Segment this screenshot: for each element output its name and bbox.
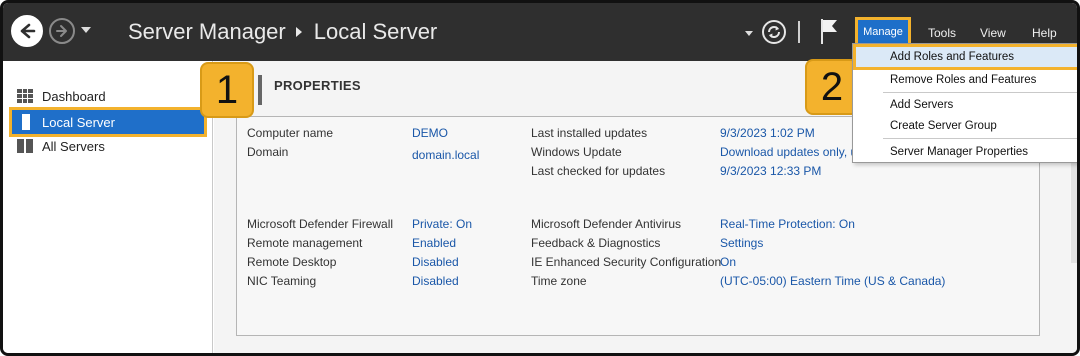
breadcrumb-root[interactable]: Server Manager (128, 19, 286, 45)
menu-item-create-server-group[interactable]: Create Server Group (853, 115, 1077, 137)
breadcrumb: Server Manager Local Server (128, 19, 437, 45)
properties-icon (258, 75, 262, 105)
property-label: IE Enhanced Security Configuration (531, 255, 722, 269)
breadcrumb-separator-icon (295, 27, 302, 37)
property-label: Microsoft Defender Firewall (247, 217, 394, 231)
toolbar-divider (798, 21, 800, 43)
menu-item-add-servers[interactable]: Add Servers (853, 94, 1077, 116)
property-value-feedback[interactable]: Settings (720, 236, 763, 250)
property-label: Windows Update (531, 145, 622, 159)
menu-separator (883, 92, 1077, 93)
forward-arrow-icon[interactable] (49, 18, 75, 44)
history-dropdown-icon[interactable] (81, 27, 91, 33)
sidebar: Dashboard Local Server All Servers (3, 61, 213, 353)
property-label: Computer name (247, 126, 334, 140)
property-value-nic-teaming[interactable]: Disabled (412, 274, 459, 288)
property-label: Remote management (247, 236, 363, 250)
flag-icon[interactable] (819, 17, 839, 45)
property-label: Microsoft Defender Antivirus (531, 217, 682, 231)
view-menu[interactable]: View (980, 26, 1006, 40)
property-value-windows-update[interactable]: Download updates only, u (720, 145, 857, 159)
sidebar-item-label: Local Server (42, 114, 115, 130)
property-value-last-checked[interactable]: 9/3/2023 12:33 PM (720, 164, 821, 178)
menu-item-server-manager-properties[interactable]: Server Manager Properties (853, 141, 1077, 163)
property-value-remote-management[interactable]: Enabled (412, 236, 456, 250)
menu-separator (883, 138, 1077, 139)
property-value-remote-desktop[interactable]: Disabled (412, 255, 459, 269)
property-label: Last installed updates (531, 126, 648, 140)
back-arrow-icon[interactable] (11, 15, 43, 47)
property-value-computer-name[interactable]: DEMO (412, 126, 448, 140)
property-label: Remote Desktop (247, 255, 337, 269)
property-label: NIC Teaming (247, 274, 317, 288)
manage-dropdown-menu: Add Roles and Features Remove Roles and … (852, 43, 1077, 163)
refresh-icon[interactable] (762, 20, 786, 44)
property-label: Feedback & Diagnostics (531, 236, 661, 250)
step-callout-2: 2 (805, 59, 859, 115)
property-value-ie-esc[interactable]: On (720, 255, 736, 269)
sidebar-item-all-servers[interactable]: All Servers (9, 133, 207, 159)
sidebar-item-label: Dashboard (42, 88, 106, 104)
scrollbar[interactable] (1071, 163, 1077, 263)
property-value-time-zone[interactable]: (UTC-05:00) Eastern Time (US & Canada) (720, 274, 945, 288)
menu-item-add-roles-features[interactable]: Add Roles and Features (853, 44, 1077, 70)
breadcrumb-current: Local Server (313, 19, 438, 44)
property-label: Domain (247, 145, 289, 159)
properties-title: PROPERTIES (274, 78, 361, 93)
toolbar-dropdown-icon[interactable] (745, 31, 753, 36)
server-manager-window: Server Manager Local Server Manage Tools… (0, 0, 1080, 356)
all-servers-icon (17, 139, 33, 153)
property-value-last-installed[interactable]: 9/3/2023 1:02 PM (720, 126, 815, 140)
property-label: Last checked for updates (531, 164, 666, 178)
local-server-icon (22, 114, 30, 130)
property-value-antivirus[interactable]: Real-Time Protection: On (720, 217, 855, 231)
dashboard-grid-icon (17, 89, 33, 103)
menu-item-remove-roles-features[interactable]: Remove Roles and Features (853, 69, 1077, 91)
sidebar-item-dashboard[interactable]: Dashboard (9, 83, 207, 109)
property-label: Time zone (531, 274, 587, 288)
property-value-firewall[interactable]: Private: On (412, 217, 472, 231)
property-value-domain[interactable]: domain.local (412, 148, 479, 162)
step-callout-1: 1 (200, 62, 254, 118)
tools-menu[interactable]: Tools (928, 26, 956, 40)
sidebar-item-label: All Servers (42, 138, 105, 154)
help-menu[interactable]: Help (1032, 26, 1057, 40)
